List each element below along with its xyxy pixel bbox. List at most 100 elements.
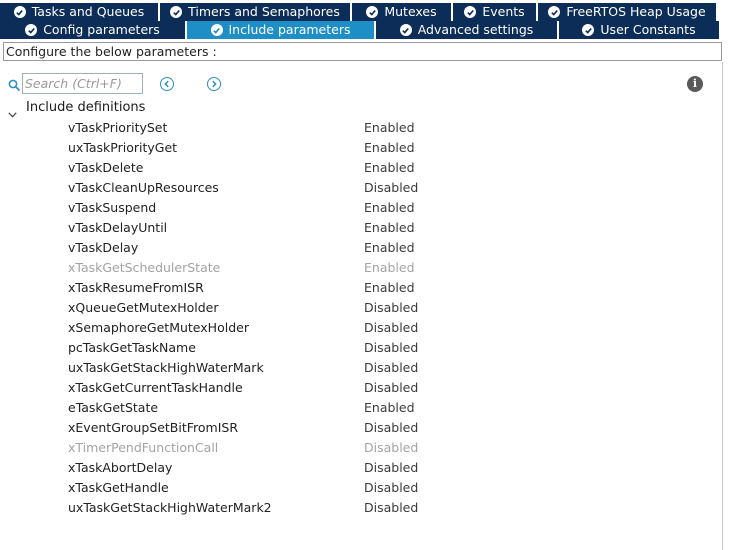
parameter-row[interactable]: xTaskGetCurrentTaskHandle Disabled <box>0 378 720 398</box>
tab-timers-and-semaphores[interactable]: Timers and Semaphores <box>160 3 352 21</box>
parameter-name: xTimerPendFunctionCall <box>68 440 219 455</box>
parameter-row[interactable]: vTaskPrioritySet Enabled <box>0 118 720 138</box>
search-icon <box>8 77 21 92</box>
check-circle-icon <box>25 24 38 36</box>
parameter-row[interactable]: vTaskCleanUpResources Disabled <box>0 178 720 198</box>
parameter-value[interactable]: Enabled <box>364 399 415 417</box>
tab-label: Config parameters <box>43 22 160 37</box>
tab-mutexes[interactable]: Mutexes <box>352 3 453 21</box>
parameter-row[interactable]: eTaskGetState Enabled <box>0 398 720 418</box>
tab-label: Advanced settings <box>417 22 534 37</box>
parameter-name: pcTaskGetTaskName <box>68 340 196 355</box>
parameter-value[interactable]: Enabled <box>364 119 415 137</box>
panel-divider <box>722 62 723 550</box>
parameter-value[interactable]: Disabled <box>364 379 418 397</box>
tab-user-constants[interactable]: User Constants <box>559 21 721 39</box>
info-icon[interactable]: i <box>687 76 703 92</box>
parameter-name: uxTaskPriorityGet <box>68 140 178 155</box>
parameter-value[interactable]: Enabled <box>364 279 415 297</box>
check-circle-icon <box>210 24 223 36</box>
parameter-row[interactable]: vTaskSuspend Enabled <box>0 198 720 218</box>
parameter-name: xTaskGetSchedulerState <box>68 260 221 275</box>
parameter-value[interactable]: Enabled <box>364 219 415 237</box>
search-toolbar: i <box>0 72 722 96</box>
tab-label: Mutexes <box>384 4 437 19</box>
parameter-list: vTaskPrioritySet Enabled uxTaskPriorityGet… <box>0 118 720 518</box>
parameter-value[interactable]: Disabled <box>364 479 418 497</box>
tab-label: User Constants <box>600 22 696 37</box>
check-circle-icon <box>548 6 561 18</box>
chevron-left-circle-icon[interactable] <box>160 77 174 91</box>
tab-label: Tasks and Queues <box>31 4 145 19</box>
parameter-row[interactable]: uxTaskPriorityGet Enabled <box>0 138 720 158</box>
parameter-row[interactable]: xTaskGetSchedulerState Enabled <box>0 258 720 278</box>
parameter-value[interactable]: Disabled <box>364 179 418 197</box>
check-circle-icon <box>582 24 595 36</box>
parameter-name: vTaskDelete <box>68 160 144 175</box>
parameter-value[interactable]: Enabled <box>364 259 415 277</box>
parameter-row[interactable]: xTaskResumeFromISR Enabled <box>0 278 720 298</box>
check-circle-icon <box>366 6 379 18</box>
parameter-value[interactable]: Enabled <box>364 199 415 217</box>
tab-label: Events <box>482 4 525 19</box>
tab-label: Include parameters <box>228 22 351 37</box>
group-label: Include definitions <box>26 100 146 115</box>
parameter-name: xEventGroupSetBitFromISR <box>68 420 239 435</box>
parameter-name: vTaskDelay <box>68 240 139 255</box>
parameter-row[interactable]: uxTaskGetStackHighWaterMark Disabled <box>0 358 720 378</box>
tab-freertos-heap-usage[interactable]: FreeRTOS Heap Usage <box>538 3 718 21</box>
parameter-name: xTaskResumeFromISR <box>68 280 204 295</box>
parameter-value[interactable]: Disabled <box>364 439 418 457</box>
parameter-name: vTaskCleanUpResources <box>68 180 219 195</box>
parameter-value[interactable]: Disabled <box>364 359 418 377</box>
tab-row-2: Config parameters Include parameters Adv… <box>0 21 721 39</box>
parameter-row[interactable]: xQueueGetMutexHolder Disabled <box>0 298 720 318</box>
parameter-value[interactable]: Disabled <box>364 419 418 437</box>
parameter-value[interactable]: Enabled <box>364 159 415 177</box>
parameter-name: uxTaskGetStackHighWaterMark2 <box>68 500 272 515</box>
parameter-row[interactable]: xEventGroupSetBitFromISR Disabled <box>0 418 720 438</box>
tab-tasks-and-queues[interactable]: Tasks and Queues <box>0 3 160 21</box>
check-circle-icon <box>170 6 183 18</box>
check-circle-icon <box>464 6 477 18</box>
parameter-name: xTaskGetCurrentTaskHandle <box>68 380 243 395</box>
check-circle-icon <box>399 24 412 36</box>
parameter-name: eTaskGetState <box>68 400 159 415</box>
parameter-name: xSemaphoreGetMutexHolder <box>68 320 249 335</box>
chevron-right-circle-icon[interactable] <box>207 77 221 91</box>
tab-events[interactable]: Events <box>453 3 538 21</box>
parameter-name: vTaskDelayUntil <box>68 220 168 235</box>
parameter-row[interactable]: xSemaphoreGetMutexHolder Disabled <box>0 318 720 338</box>
parameter-value[interactable]: Enabled <box>364 239 415 257</box>
tab-bar: Tasks and Queues Timers and Semaphores M… <box>0 0 735 40</box>
parameter-row[interactable]: pcTaskGetTaskName Disabled <box>0 338 720 358</box>
parameter-value[interactable]: Disabled <box>364 299 418 317</box>
check-circle-icon <box>13 6 26 18</box>
parameter-value[interactable]: Enabled <box>364 139 415 157</box>
tab-label: Timers and Semaphores <box>188 4 340 19</box>
parameter-name: xTaskGetHandle <box>68 480 169 495</box>
parameter-row[interactable]: vTaskDelete Enabled <box>0 158 720 178</box>
chevron-down-icon[interactable] <box>8 104 17 118</box>
tab-advanced-settings[interactable]: Advanced settings <box>376 21 559 39</box>
parameter-row[interactable]: xTaskGetHandle Disabled <box>0 478 720 498</box>
parameter-name: xTaskAbortDelay <box>68 460 173 475</box>
parameter-row[interactable]: xTimerPendFunctionCall Disabled <box>0 438 720 458</box>
parameter-name: vTaskPrioritySet <box>68 120 168 135</box>
parameter-name: xQueueGetMutexHolder <box>68 300 219 315</box>
parameter-name: vTaskSuspend <box>68 200 157 215</box>
tab-row-1: Tasks and Queues Timers and Semaphores M… <box>0 3 718 21</box>
tab-label: FreeRTOS Heap Usage <box>566 4 706 19</box>
parameter-value[interactable]: Disabled <box>364 319 418 337</box>
parameter-value[interactable]: Disabled <box>364 459 418 477</box>
tab-config-parameters[interactable]: Config parameters <box>0 21 187 39</box>
parameter-value[interactable]: Disabled <box>364 339 418 357</box>
tab-include-parameters[interactable]: Include parameters <box>187 21 376 39</box>
parameter-row[interactable]: vTaskDelay Enabled <box>0 238 720 258</box>
parameter-row[interactable]: uxTaskGetStackHighWaterMark2 Disabled <box>0 498 720 518</box>
parameter-row[interactable]: vTaskDelayUntil Enabled <box>0 218 720 238</box>
parameter-name: uxTaskGetStackHighWaterMark <box>68 360 264 375</box>
parameter-row[interactable]: xTaskAbortDelay Disabled <box>0 458 720 478</box>
search-input[interactable] <box>22 73 143 94</box>
parameter-value[interactable]: Disabled <box>364 499 418 517</box>
